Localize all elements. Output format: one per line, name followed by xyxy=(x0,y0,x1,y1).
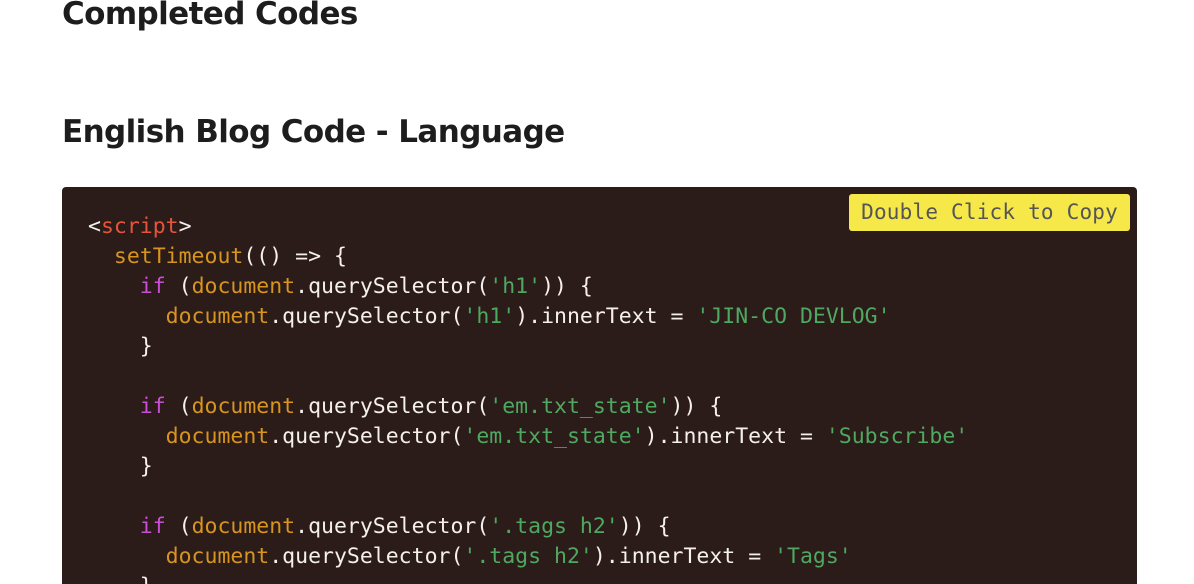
code-token: .querySelector( xyxy=(269,424,464,449)
code-line: if (document.querySelector('.tags h2')) … xyxy=(88,512,968,542)
code-token: 'em.txt_state' xyxy=(463,424,645,449)
code-block[interactable]: Double Click to Copy <script> setTimeout… xyxy=(62,187,1137,584)
code-token: 'em.txt_state' xyxy=(489,394,671,419)
code-line: document.querySelector('h1').innerText =… xyxy=(88,302,968,332)
code-token: )) { xyxy=(618,514,671,539)
code-token: .querySelector( xyxy=(269,304,464,329)
code-token: 'h1' xyxy=(463,304,516,329)
code-token: > xyxy=(178,214,192,239)
code-token: setTimeout xyxy=(113,244,244,269)
code-token: .querySelector( xyxy=(295,274,490,299)
code-line: document.querySelector('em.txt_state').i… xyxy=(88,422,969,452)
code-line: document.querySelector('.tags h2').inner… xyxy=(88,542,968,572)
code-token: .querySelector( xyxy=(295,394,490,419)
code-token: document xyxy=(165,544,270,569)
code-token: )) { xyxy=(670,394,723,419)
code-token: ( xyxy=(165,274,192,299)
code-content[interactable]: <script> setTimeout(() => { if (document… xyxy=(88,212,968,584)
code-token: 'Subscribe' xyxy=(825,424,969,449)
code-line: setTimeout(() => { xyxy=(88,242,968,272)
page-title: Completed Codes xyxy=(62,0,358,32)
code-token: if xyxy=(139,514,166,539)
code-token: (() => { xyxy=(243,244,347,269)
section-title: English Blog Code - Language xyxy=(62,114,565,150)
code-token: } xyxy=(140,574,153,584)
code-line: if (document.querySelector('em.txt_state… xyxy=(88,392,968,422)
code-token: '.tags h2' xyxy=(463,544,593,569)
code-token: 'JIN-CO DEVLOG' xyxy=(696,304,891,329)
code-line: } xyxy=(88,452,968,482)
code-token: '.tags h2' xyxy=(489,514,619,539)
code-line: } xyxy=(88,332,968,362)
code-token: document xyxy=(165,424,270,449)
code-token: if xyxy=(139,394,166,419)
code-token: 'h1' xyxy=(489,274,542,299)
code-token: document xyxy=(191,514,296,539)
code-token: )) { xyxy=(541,274,593,299)
code-token: } xyxy=(139,334,153,359)
code-token: document xyxy=(165,304,270,329)
code-token: ).innerText = xyxy=(592,544,775,569)
code-token: document xyxy=(191,274,296,299)
code-token: if xyxy=(139,274,166,299)
code-line: <script> xyxy=(88,212,968,242)
code-token: script xyxy=(100,214,179,239)
code-token: < xyxy=(88,214,101,239)
code-token: ).innerText = xyxy=(644,424,826,449)
code-line: if (document.querySelector('h1')) { xyxy=(88,272,968,302)
code-token: ).innerText = xyxy=(515,304,697,329)
code-token: document xyxy=(191,394,296,419)
code-token: 'Tags' xyxy=(774,544,852,569)
code-line: } xyxy=(88,572,968,584)
code-token: ( xyxy=(165,514,192,539)
code-token: .querySelector( xyxy=(269,544,464,569)
code-token: .querySelector( xyxy=(295,514,490,539)
code-token: ( xyxy=(165,394,192,419)
code-token: } xyxy=(139,454,153,479)
